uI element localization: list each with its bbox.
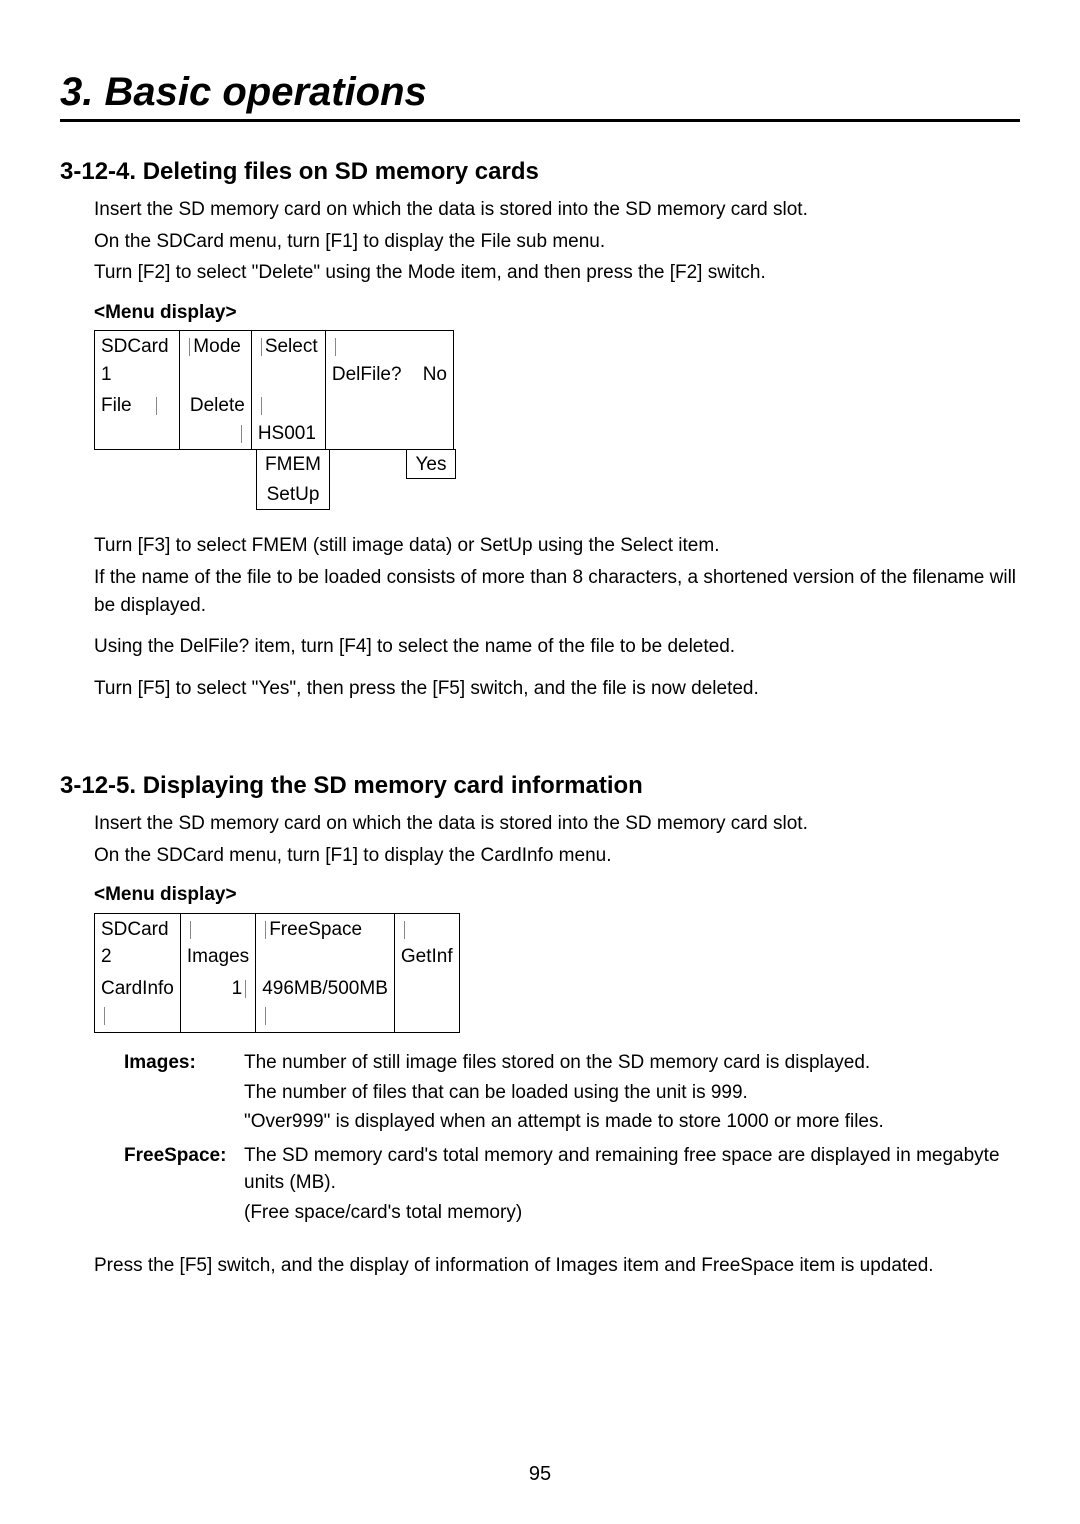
- menu-cell: 496MB/500MB: [256, 973, 395, 1033]
- menu-table: SDCard 1 Mode Select DelFile? No File De…: [94, 330, 454, 450]
- paragraph: Press the [F5] switch, and the display o…: [94, 1252, 1020, 1280]
- menu-display-label: <Menu display>: [94, 299, 1020, 327]
- section-heading: 3-12-4. Deleting files on SD memory card…: [60, 158, 1020, 186]
- menu-cell: Select: [251, 331, 325, 391]
- menu-cell: CardInfo: [95, 973, 181, 1033]
- chapter-title: 3. Basic operations: [60, 70, 1020, 122]
- menu-cell: DelFile? No: [325, 331, 453, 391]
- menu-cell: 1: [180, 973, 255, 1033]
- menu-option: FMEM SetUp: [256, 449, 330, 510]
- menu-cell: [394, 973, 459, 1033]
- paragraph: On the SDCard menu, turn [F1] to display…: [94, 842, 1020, 870]
- paragraph: If the name of the file to be loaded con…: [94, 564, 1020, 619]
- menu-cell: SDCard 2: [95, 913, 181, 973]
- menu-cell: [325, 390, 453, 450]
- def-term: Images:: [124, 1049, 244, 1138]
- menu-cell: GetInf: [394, 913, 459, 973]
- menu-cell: Delete: [180, 390, 252, 450]
- section-heading: 3-12-5. Displaying the SD memory card in…: [60, 772, 1020, 800]
- menu-cell: FreeSpace: [256, 913, 395, 973]
- section-body: Insert the SD memory card on which the d…: [94, 196, 1020, 702]
- menu-cell: SDCard 1: [95, 331, 180, 391]
- paragraph: Insert the SD memory card on which the d…: [94, 196, 1020, 224]
- definitions: Images: The number of still image files …: [124, 1049, 1020, 1228]
- menu-cell: Mode: [180, 331, 252, 391]
- paragraph: Using the DelFile? item, turn [F4] to se…: [94, 633, 1020, 661]
- menu-cell: File: [95, 390, 180, 450]
- def-body: The number of still image files stored o…: [244, 1049, 1020, 1138]
- paragraph: Turn [F5] to select "Yes", then press th…: [94, 675, 1020, 703]
- paragraph: Turn [F2] to select "Delete" using the M…: [94, 259, 1020, 287]
- menu-table: SDCard 2 Images FreeSpace GetInf CardInf…: [94, 913, 460, 1033]
- menu-option: Yes: [406, 449, 456, 479]
- page-number: 95: [0, 1463, 1080, 1486]
- section-body: Insert the SD memory card on which the d…: [94, 810, 1020, 1280]
- paragraph: On the SDCard menu, turn [F1] to display…: [94, 228, 1020, 256]
- def-term: FreeSpace:: [124, 1142, 244, 1229]
- menu-cell: HS001: [251, 390, 325, 450]
- def-body: The SD memory card's total memory and re…: [244, 1142, 1020, 1229]
- paragraph: Turn [F3] to select FMEM (still image da…: [94, 532, 1020, 560]
- menu-cell: Images: [180, 913, 255, 973]
- paragraph: Insert the SD memory card on which the d…: [94, 810, 1020, 838]
- menu-display-label: <Menu display>: [94, 881, 1020, 909]
